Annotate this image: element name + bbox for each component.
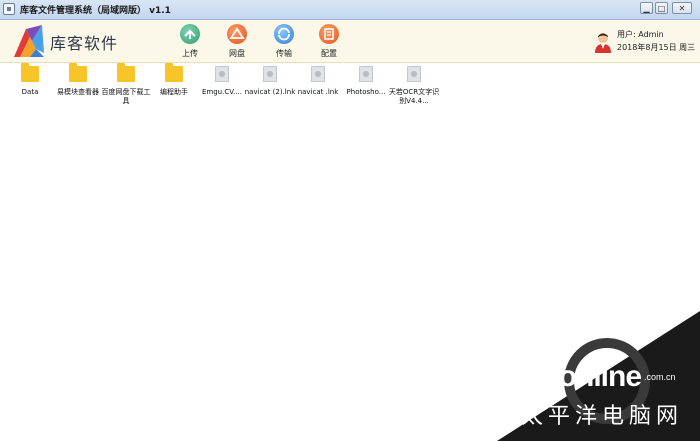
- minimize-icon: ▁: [643, 4, 650, 13]
- kuke-logo-icon: [14, 25, 44, 57]
- config-label: 配置: [321, 49, 337, 58]
- transfer-button[interactable]: 传输: [264, 24, 304, 60]
- user-avatar-icon: [595, 33, 611, 53]
- transfer-icon-glyph: [278, 27, 290, 41]
- file-name: 编程助手: [160, 88, 188, 96]
- folder-icon: [69, 63, 87, 82]
- watermark-domain: .com.cn: [644, 372, 676, 382]
- file-icon: [311, 66, 325, 82]
- file-name: 百度网盘下载工具: [101, 88, 151, 105]
- title-bar[interactable]: 库客文件管理系统（局域网版） v1.1 ▁ □ ✕: [0, 0, 700, 20]
- close-icon: ✕: [678, 4, 686, 13]
- file-name: Photosho...: [346, 88, 386, 96]
- file-icon: [407, 66, 421, 82]
- folder-icon: [117, 63, 135, 82]
- upload-label: 上传: [182, 49, 198, 58]
- watermark-brand: PConline: [519, 360, 642, 393]
- current-date: 2018年8月15日 周三: [617, 43, 696, 52]
- folder-icon: [21, 63, 39, 82]
- upload-button[interactable]: 上传: [170, 24, 210, 60]
- config-button[interactable]: 配置: [309, 24, 349, 60]
- upload-icon-glyph: [184, 29, 196, 39]
- close-button[interactable]: ✕: [672, 2, 692, 14]
- disk-button[interactable]: 网盘: [217, 24, 257, 60]
- file-name: 天若OCR文字识别V4.4...: [388, 88, 440, 105]
- file-icon: [263, 66, 277, 82]
- brand-name: 库客软件: [50, 34, 119, 53]
- file-name: navicat .lnk: [297, 88, 339, 96]
- file-name: Data: [21, 88, 39, 96]
- file-name: 易模块查看器: [57, 88, 99, 96]
- user-name: 用户: Admin: [617, 30, 664, 39]
- maximize-icon: □: [657, 4, 666, 13]
- file-icon: [359, 66, 373, 82]
- folder-icon: [165, 63, 183, 82]
- file-name: navicat (2).lnk: [244, 88, 296, 96]
- transfer-label: 传输: [276, 49, 292, 58]
- maximize-button[interactable]: □: [655, 2, 668, 14]
- minimize-button[interactable]: ▁: [640, 2, 653, 14]
- disk-label: 网盘: [229, 49, 245, 58]
- watermark-cn: 太平洋电脑网: [521, 404, 684, 429]
- cloud-disk-icon-glyph: [229, 27, 245, 39]
- window-title: 库客文件管理系统（局域网版） v1.1: [20, 6, 171, 16]
- file-icon: [215, 66, 229, 82]
- app-icon: [3, 3, 15, 15]
- file-name: Emgu.CV....: [201, 88, 243, 96]
- config-icon-glyph: [324, 28, 334, 40]
